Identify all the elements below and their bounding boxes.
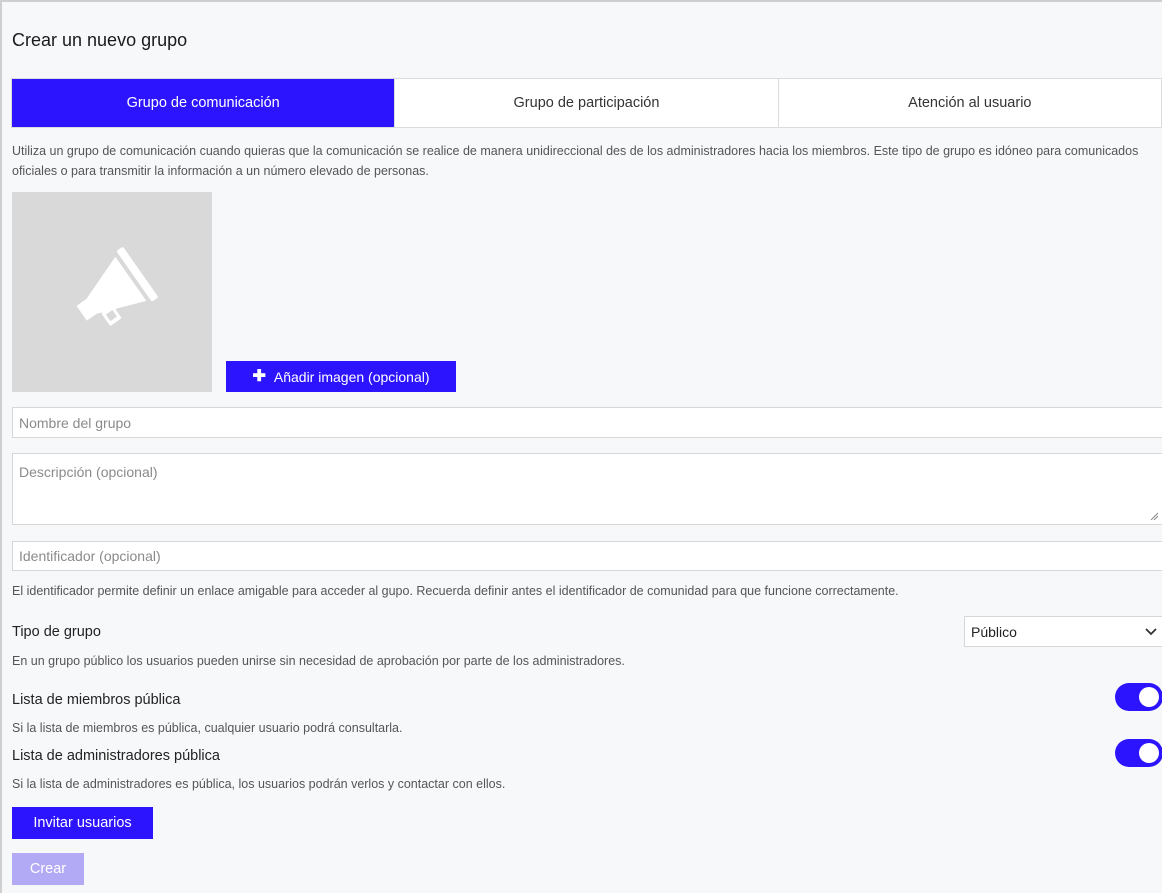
page-title: Crear un nuevo grupo: [12, 30, 188, 50]
identifier-placeholder: Identificador (opcional): [19, 548, 161, 564]
group-description-textarea[interactable]: Descripción (opcional): [12, 453, 1162, 525]
toggle-knob: [1139, 743, 1159, 763]
identifier-help: El identificador permite definir un enla…: [12, 584, 899, 598]
group-name-input[interactable]: Nombre del grupo: [12, 407, 1162, 438]
members-public-help: Si la lista de miembros es pública, cual…: [12, 721, 403, 735]
tab-participacion[interactable]: Grupo de participación: [394, 79, 777, 127]
add-image-label: Añadir imagen (opcional): [273, 368, 430, 385]
tab-comunicacion[interactable]: Grupo de comunicación: [12, 79, 395, 127]
members-public-toggle[interactable]: [1115, 683, 1162, 711]
tab-atencion-usuario[interactable]: Atención al usuario: [777, 79, 1161, 127]
create-button[interactable]: Crear: [12, 853, 84, 885]
resize-handle-icon[interactable]: [1150, 512, 1158, 520]
group-name-placeholder: Nombre del grupo: [19, 414, 132, 431]
toggle-knob: [1139, 687, 1159, 707]
group-type-label: Tipo de grupo: [12, 624, 101, 640]
group-image-placeholder: [12, 192, 212, 392]
megaphone-icon: [76, 247, 158, 326]
identifier-input[interactable]: Identificador (opcional): [12, 541, 1162, 571]
chevron-down-icon: [1145, 627, 1157, 635]
plus-icon: ✚: [252, 367, 266, 385]
group-type-select[interactable]: Público: [964, 616, 1162, 647]
invite-users-button[interactable]: Invitar usuarios: [12, 807, 153, 839]
admins-public-label: Lista de administradores pública: [12, 748, 220, 764]
add-image-button[interactable]: ✚ Añadir imagen (opcional): [226, 361, 456, 392]
group-type-value: Público: [971, 623, 1017, 640]
group-type-tabs: Grupo de comunicación Grupo de participa…: [11, 78, 1162, 128]
group-type-description: Utiliza un grupo de comunicación cuando …: [12, 144, 1139, 178]
group-description-placeholder: Descripción (opcional): [19, 464, 158, 480]
admins-public-toggle[interactable]: [1115, 739, 1162, 767]
admins-public-help: Si la lista de administradores es públic…: [12, 777, 506, 791]
members-public-label: Lista de miembros pública: [12, 692, 181, 708]
group-type-help: En un grupo público los usuarios pueden …: [12, 654, 625, 668]
